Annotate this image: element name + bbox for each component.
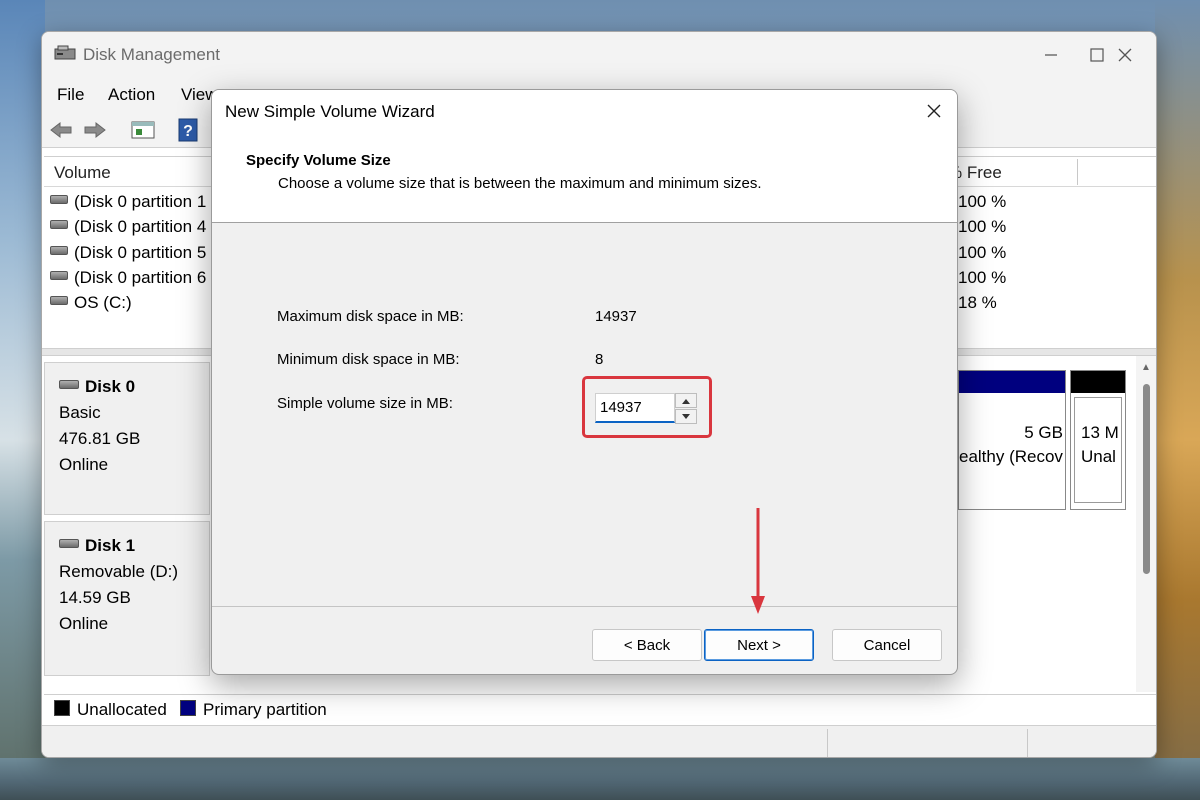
free-cell: 18 % [958, 293, 997, 312]
volume-row[interactable]: OS (C:) [50, 293, 132, 317]
disk-size: 14.59 GB [59, 588, 131, 607]
back-button[interactable]: < Back [592, 629, 702, 661]
title-bar: Disk Management [42, 32, 1156, 76]
free-cell: 100 % [958, 217, 1007, 236]
back-arrow-button[interactable] [48, 117, 74, 143]
menu-action[interactable]: Action [108, 85, 155, 105]
wizard-close-button[interactable] [919, 96, 949, 126]
disk-1-label[interactable]: Disk 1 Removable (D:) 14.59 GB Online [44, 521, 210, 676]
free-cell: 100 % [958, 243, 1007, 262]
new-simple-volume-wizard: New Simple Volume Wizard Specify Volume … [211, 89, 958, 675]
window-title: Disk Management [83, 45, 221, 64]
legend-swatch-unallocated [54, 700, 70, 716]
disk-management-icon [54, 45, 76, 60]
forward-arrow-icon [84, 121, 106, 139]
partition-status: ealthy (Recove [959, 447, 1063, 466]
legend-label-primary: Primary partition [203, 700, 327, 719]
drive-icon [50, 246, 68, 255]
disk-name: Disk 1 [85, 536, 136, 555]
volume-row[interactable]: (Disk 0 partition 4 [50, 217, 206, 241]
free-cell: 100 % [958, 192, 1007, 211]
chevron-up-icon [682, 398, 690, 404]
volume-row[interactable]: (Disk 0 partition 5 [50, 243, 206, 267]
partition-size: 5 GB [1024, 423, 1063, 442]
help-button[interactable]: ? [175, 117, 201, 143]
legend: Unallocated Primary partition [44, 694, 1156, 724]
desktop-background-left [0, 0, 45, 800]
disk-name: Disk 0 [85, 377, 136, 396]
close-icon [1118, 48, 1132, 62]
wizard-subheading: Choose a volume size that is between the… [278, 175, 762, 192]
desktop-background-bottom [0, 758, 1200, 800]
min-space-value: 8 [595, 351, 604, 368]
disk-size: 476.81 GB [59, 429, 141, 448]
wizard-footer: < Back Next > Cancel [212, 606, 957, 674]
free-cell: 100 % [958, 268, 1007, 287]
volume-size-label: Simple volume size in MB: [277, 395, 453, 412]
wizard-title-bar: New Simple Volume Wizard [212, 90, 957, 134]
chevron-down-icon [682, 413, 690, 419]
desktop-background-right [1155, 0, 1200, 800]
disk-status: Online [59, 614, 109, 633]
wizard-header: Specify Volume Size Choose a volume size… [212, 134, 957, 223]
help-icon: ? [178, 118, 198, 142]
properties-button[interactable] [128, 117, 158, 143]
menu-file[interactable]: File [57, 85, 84, 105]
disk-status: Online [59, 455, 109, 474]
close-window-button[interactable] [1102, 40, 1148, 70]
disk-icon [59, 380, 79, 389]
disk-icon [59, 539, 79, 548]
next-button[interactable]: Next > [704, 629, 814, 661]
drive-icon [50, 195, 68, 204]
highlight-box: 14937 [582, 376, 712, 438]
spin-down-button[interactable] [675, 409, 697, 424]
partition-recovery[interactable]: 5 GB ealthy (Recove [958, 370, 1066, 510]
max-space-label: Maximum disk space in MB: [277, 308, 464, 325]
volume-row[interactable]: (Disk 0 partition 1 [50, 192, 206, 216]
disk-type: Basic [59, 403, 101, 422]
volume-row[interactable]: (Disk 0 partition 6 [50, 268, 206, 292]
disk-0-label[interactable]: Disk 0 Basic 476.81 GB Online [44, 362, 210, 515]
drive-icon [50, 220, 68, 229]
console-tree-icon [131, 121, 155, 139]
wizard-title: New Simple Volume Wizard [225, 102, 435, 121]
legend-swatch-primary [180, 700, 196, 716]
svg-text:?: ? [183, 123, 193, 140]
drive-icon [50, 271, 68, 280]
column-volume[interactable]: Volume [54, 163, 111, 183]
partition-size: 13 M [1081, 423, 1119, 442]
scroll-up-icon[interactable]: ▲ [1141, 362, 1151, 373]
disk-map-scrollbar[interactable]: ▲ [1136, 356, 1156, 692]
partition-status: Unal [1081, 447, 1116, 466]
status-bar [42, 725, 1156, 757]
wizard-heading: Specify Volume Size [246, 152, 391, 169]
volume-size-input[interactable]: 14937 [595, 393, 675, 423]
spin-up-button[interactable] [675, 393, 697, 408]
annotation-arrow-icon [751, 508, 765, 614]
legend-label-unallocated: Unallocated [77, 700, 167, 719]
disk-type: Removable (D:) [59, 562, 179, 581]
min-space-label: Minimum disk space in MB: [277, 351, 460, 368]
partition-unallocated[interactable]: 13 M Unal [1070, 370, 1126, 510]
scroll-thumb[interactable] [1143, 384, 1150, 574]
close-icon [927, 104, 941, 118]
max-space-value: 14937 [595, 308, 637, 325]
cancel-button[interactable]: Cancel [832, 629, 942, 661]
forward-arrow-button[interactable] [82, 117, 108, 143]
drive-icon [50, 296, 68, 305]
back-arrow-icon [50, 121, 72, 139]
